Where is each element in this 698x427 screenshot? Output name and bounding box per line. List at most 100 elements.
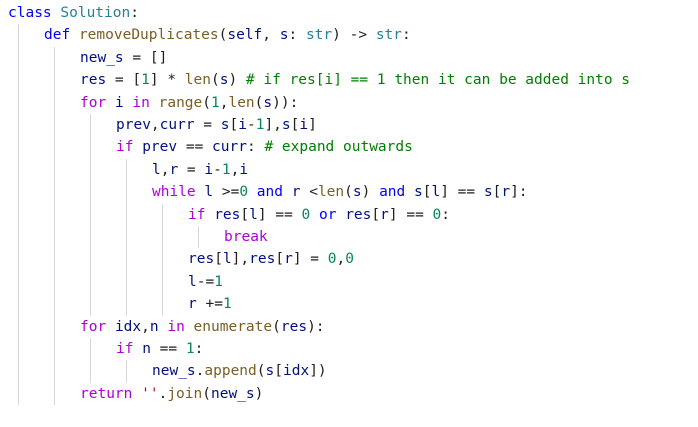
code-line[interactable]: class Solution: — [8, 2, 139, 24]
code-token: ): — [307, 318, 325, 335]
code-line[interactable]: res = [1] * len(s) # if res[i] == 1 then… — [80, 69, 630, 91]
code-token: res — [188, 251, 215, 268]
indent-guide — [90, 114, 91, 316]
indent-guide — [126, 158, 127, 316]
code-token: ] — [308, 117, 317, 133]
code-token: ] = — [292, 251, 328, 268]
code-token: prev — [116, 117, 151, 133]
code-token: class — [8, 5, 52, 21]
code-line[interactable]: for idx,n in enumerate(res): — [80, 316, 325, 338]
code-token: [ — [214, 251, 223, 268]
code-token: 0 — [345, 251, 354, 268]
code-token: in — [167, 318, 185, 335]
code-token: while — [152, 184, 196, 201]
code-token: ( — [210, 72, 220, 89]
code-token: 0 — [239, 184, 249, 201]
code-token: idx — [282, 363, 310, 380]
code-line[interactable]: if n == 1: — [116, 338, 203, 360]
code-token: prev — [142, 139, 178, 156]
code-line[interactable]: new_s.append(s[idx]) — [152, 360, 327, 382]
code-token: res — [345, 206, 372, 223]
code-token: i — [204, 161, 214, 178]
code-line[interactable]: r +=1 — [188, 293, 232, 315]
code-token: new_s — [80, 49, 124, 66]
code-line[interactable]: while l >=0 and r <len(s) and s[l] == s[… — [152, 181, 528, 203]
code-token: curr — [159, 117, 195, 133]
code-token: s — [263, 94, 273, 111]
code-line[interactable]: for i in range(1,len(s)): — [80, 92, 298, 114]
code-line[interactable]: if res[l] == 0 or res[r] == 0: — [188, 204, 450, 226]
code-token: '' — [141, 385, 159, 402]
code-token: : — [246, 139, 265, 156]
code-token: ( — [272, 318, 281, 335]
code-token: Solution — [60, 5, 131, 21]
code-token: # if res[i] == 1 then it can be added in… — [245, 72, 631, 89]
code-token: ], — [231, 251, 250, 268]
code-token: == — [177, 139, 213, 156]
code-token: = [] — [123, 49, 168, 66]
code-token: , — [336, 251, 346, 268]
code-token: ]) — [309, 363, 327, 380]
code-token: : — [194, 341, 204, 357]
code-token: str — [305, 27, 333, 44]
code-token: l — [222, 251, 232, 268]
code-token: i — [299, 117, 309, 133]
code-token: len — [184, 72, 211, 89]
code-token: ( — [344, 184, 353, 201]
code-token: ) — [228, 72, 246, 89]
code-token: self — [227, 27, 263, 44]
code-line[interactable]: break — [224, 226, 268, 248]
code-token: ]: — [510, 184, 528, 201]
code-line[interactable]: if prev == curr: # expand outwards — [116, 136, 413, 158]
code-token: ) -> — [332, 27, 376, 44]
code-token: if — [116, 341, 134, 357]
code-token: [ — [240, 206, 250, 223]
code-token: res — [80, 72, 107, 89]
code-token: ( — [256, 363, 266, 380]
code-line[interactable]: l-=1 — [188, 271, 223, 293]
code-token: l — [204, 184, 214, 201]
code-token: : — [130, 5, 139, 21]
code-token: len — [228, 94, 255, 111]
code-token: 1 — [214, 273, 223, 290]
code-line[interactable]: def removeDuplicates(self, s: str) -> st… — [44, 24, 411, 46]
code-token: , — [141, 318, 150, 335]
code-token: [ — [274, 363, 283, 380]
code-token: s — [352, 184, 362, 201]
code-token: ] == — [388, 206, 433, 223]
code-line[interactable]: new_s = [] — [80, 47, 167, 69]
code-token: ] == — [440, 184, 484, 201]
code-token: : — [288, 27, 306, 44]
code-line[interactable]: l,r = i-1,i — [152, 159, 248, 181]
indent-guide — [54, 46, 55, 406]
code-token: r — [380, 206, 389, 223]
code-editor[interactable]: class Solution: def removeDuplicates(self… — [0, 0, 698, 427]
code-token: -= — [196, 273, 215, 290]
code-token: len — [317, 184, 345, 201]
code-token: < — [300, 184, 318, 201]
code-token: s — [220, 117, 230, 133]
code-line[interactable]: prev,curr = s[i-1],s[i] — [116, 114, 317, 136]
code-token: enumerate — [193, 318, 273, 335]
code-token: if — [116, 139, 134, 156]
code-line[interactable]: res[l],res[r] = 0,0 — [188, 248, 354, 270]
code-token: range — [158, 94, 203, 111]
code-token: 0 — [301, 206, 311, 223]
code-token: idx — [114, 318, 142, 335]
code-token: new_s — [152, 363, 196, 380]
code-token: r — [284, 251, 293, 268]
code-line[interactable]: return ''.join(new_s) — [80, 383, 263, 405]
code-token: and — [379, 184, 406, 201]
code-token: new_s — [210, 385, 255, 402]
code-token: return — [80, 385, 133, 402]
code-token: and — [256, 184, 283, 201]
